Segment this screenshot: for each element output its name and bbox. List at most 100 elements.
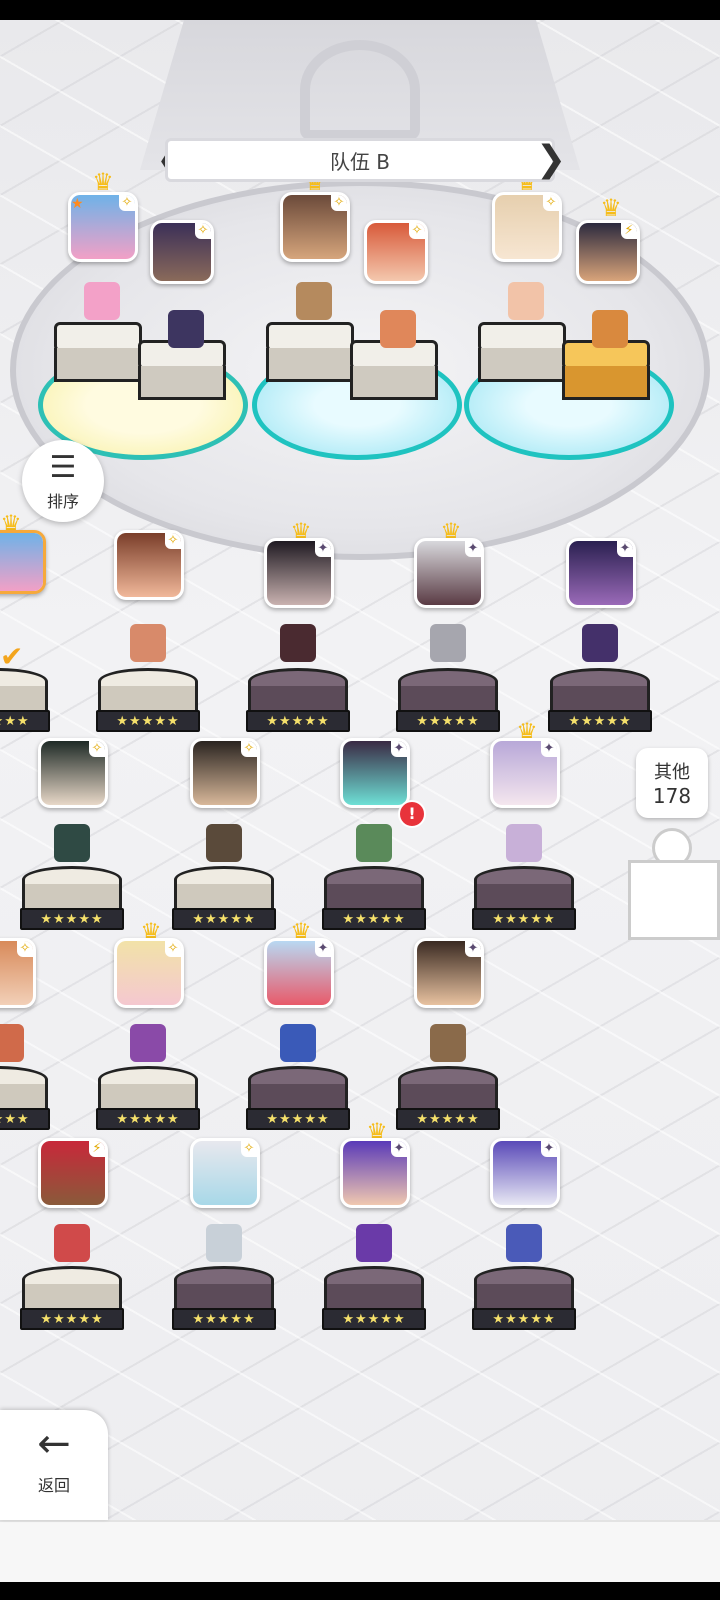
roster-portrait[interactable]: ✦ bbox=[490, 738, 560, 808]
sparkle-icon: ✧ bbox=[89, 741, 105, 757]
character-sprite[interactable] bbox=[0, 1024, 24, 1062]
star-rating: ★★★★★ bbox=[172, 1308, 276, 1330]
roster-pedestal: ★★★★★ bbox=[246, 668, 350, 738]
sparkle-icon: ✧ bbox=[119, 195, 135, 211]
shadow-element-icon: ✦ bbox=[465, 941, 481, 957]
roster-portrait[interactable]: ✦ bbox=[340, 738, 410, 808]
shadow-element-icon: ✦ bbox=[617, 541, 633, 557]
back-button[interactable]: ← 返回 bbox=[0, 1410, 108, 1520]
roster-pedestal: ★★★★★ bbox=[96, 668, 200, 738]
roster-pedestal: ★★★★★ bbox=[0, 1066, 50, 1136]
team-pedestal bbox=[478, 322, 566, 382]
shadow-element-icon: ✦ bbox=[391, 741, 407, 757]
status-bar bbox=[0, 0, 720, 20]
roster-portrait[interactable]: ✦ bbox=[264, 538, 334, 608]
character-sprite[interactable] bbox=[506, 1224, 542, 1262]
team-character-sprite[interactable] bbox=[296, 282, 332, 320]
sparkle-icon: ✧ bbox=[331, 195, 347, 211]
character-sprite[interactable] bbox=[130, 1024, 166, 1062]
star-rating: ★★★★★ bbox=[322, 1308, 426, 1330]
roster-portrait[interactable]: ✧ bbox=[114, 530, 184, 600]
team-pedestal-gold bbox=[562, 340, 650, 400]
team-portrait[interactable]: ✧ bbox=[492, 192, 562, 262]
shadow-element-icon: ✦ bbox=[541, 741, 557, 757]
others-button[interactable]: 其他 178 bbox=[636, 748, 708, 818]
team-portrait[interactable]: ✧ bbox=[280, 192, 350, 262]
roster-portrait[interactable]: ⚡ bbox=[38, 1138, 108, 1208]
character-sprite[interactable] bbox=[356, 824, 392, 862]
favorite-star-icon: ★ bbox=[71, 196, 84, 212]
roster-pedestal: ★★★★★ bbox=[172, 1266, 276, 1336]
next-team-button[interactable]: ❯ bbox=[536, 140, 566, 184]
character-sprite[interactable] bbox=[206, 1224, 242, 1262]
character-sprite[interactable] bbox=[206, 824, 242, 862]
sparkle-icon: ✧ bbox=[17, 941, 33, 957]
team-character-sprite[interactable] bbox=[380, 310, 416, 348]
sort-button[interactable]: ☰ 排序 bbox=[22, 440, 104, 522]
bottom-bar bbox=[0, 1520, 720, 1582]
roster-portrait[interactable]: ✦ bbox=[414, 938, 484, 1008]
character-sprite[interactable] bbox=[130, 624, 166, 662]
lightning-icon: ⚡ bbox=[621, 223, 637, 239]
roster-pedestal: ★★★★★ bbox=[20, 1266, 124, 1336]
star-rating: ★★★★★ bbox=[246, 710, 350, 732]
roster-pedestal: ★★★★★ bbox=[396, 1066, 500, 1136]
character-sprite[interactable] bbox=[280, 624, 316, 662]
star-rating: ★★★★★ bbox=[96, 710, 200, 732]
sparkle-icon: ✧ bbox=[543, 195, 559, 211]
character-sprite[interactable] bbox=[582, 624, 618, 662]
arrow-left-icon: ← bbox=[37, 1421, 71, 1467]
star-rating: ★★★★★ bbox=[472, 1308, 576, 1330]
game-scene: ♛ ♛ ♛ ♛ ★ ✧ ✧ ✧ ✧ ✧ ⚡ ❮ 队伍 B ❯ ☰ 排序 ♛ ✔ … bbox=[0, 20, 720, 1582]
roster-portrait[interactable]: ✧ bbox=[190, 738, 260, 808]
team-pedestal bbox=[350, 340, 438, 400]
shadow-element-icon: ✦ bbox=[465, 541, 481, 557]
roster-portrait[interactable]: ✦ bbox=[414, 538, 484, 608]
alert-icon: ! bbox=[398, 800, 426, 828]
others-count: 178 bbox=[652, 784, 692, 808]
sparkle-icon: ✧ bbox=[165, 533, 181, 549]
roster-portrait-selected[interactable] bbox=[0, 530, 46, 594]
roster-portrait[interactable]: ✦ bbox=[566, 538, 636, 608]
crown-icon: ♛ bbox=[600, 194, 622, 222]
roster-portrait[interactable]: ✦ bbox=[340, 1138, 410, 1208]
roster-portrait[interactable]: ✦ bbox=[490, 1138, 560, 1208]
roster-pedestal: ★★★★★ bbox=[472, 866, 576, 936]
others-label: 其他 bbox=[654, 762, 690, 783]
character-sprite[interactable] bbox=[54, 1224, 90, 1262]
character-sprite[interactable] bbox=[430, 624, 466, 662]
team-portrait[interactable]: ✧ bbox=[150, 220, 214, 284]
roster-pedestal: ★★★★★ bbox=[472, 1266, 576, 1336]
team-pedestal bbox=[266, 322, 354, 382]
roster-portrait[interactable]: ✦ bbox=[264, 938, 334, 1008]
shadow-element-icon: ✦ bbox=[315, 541, 331, 557]
star-rating: ★★★★★ bbox=[472, 908, 576, 930]
character-sprite[interactable] bbox=[356, 1224, 392, 1262]
team-character-sprite[interactable] bbox=[168, 310, 204, 348]
character-sprite[interactable] bbox=[54, 824, 90, 862]
team-character-sprite[interactable] bbox=[592, 310, 628, 348]
roster-portrait[interactable]: ✧ bbox=[114, 938, 184, 1008]
character-sprite[interactable] bbox=[430, 1024, 466, 1062]
star-rating: ★★★★★ bbox=[0, 1108, 50, 1130]
team-portrait[interactable]: ★ ✧ bbox=[68, 192, 138, 262]
star-rating: ★★★★★ bbox=[548, 710, 652, 732]
system-nav-bar bbox=[0, 1582, 720, 1600]
roster-pedestal: ★★★★★ bbox=[322, 1266, 426, 1336]
character-sprite[interactable] bbox=[506, 824, 542, 862]
team-portrait[interactable]: ✧ bbox=[364, 220, 428, 284]
arch-emblem bbox=[300, 40, 420, 140]
sparkle-icon: ✧ bbox=[241, 741, 257, 757]
team-portrait[interactable]: ⚡ bbox=[576, 220, 640, 284]
placeholder-pedestal bbox=[628, 860, 720, 940]
roster-pedestal: ★★★★★ bbox=[96, 1066, 200, 1136]
roster-portrait[interactable]: ✧ bbox=[0, 938, 36, 1008]
team-character-sprite[interactable] bbox=[84, 282, 120, 320]
character-sprite[interactable] bbox=[280, 1024, 316, 1062]
roster-portrait[interactable]: ✧ bbox=[38, 738, 108, 808]
sparkle-icon: ✧ bbox=[195, 223, 211, 239]
star-rating: ★★★★★ bbox=[396, 710, 500, 732]
team-character-sprite[interactable] bbox=[508, 282, 544, 320]
shadow-element-icon: ✦ bbox=[541, 1141, 557, 1157]
roster-portrait[interactable]: ✧ bbox=[190, 1138, 260, 1208]
